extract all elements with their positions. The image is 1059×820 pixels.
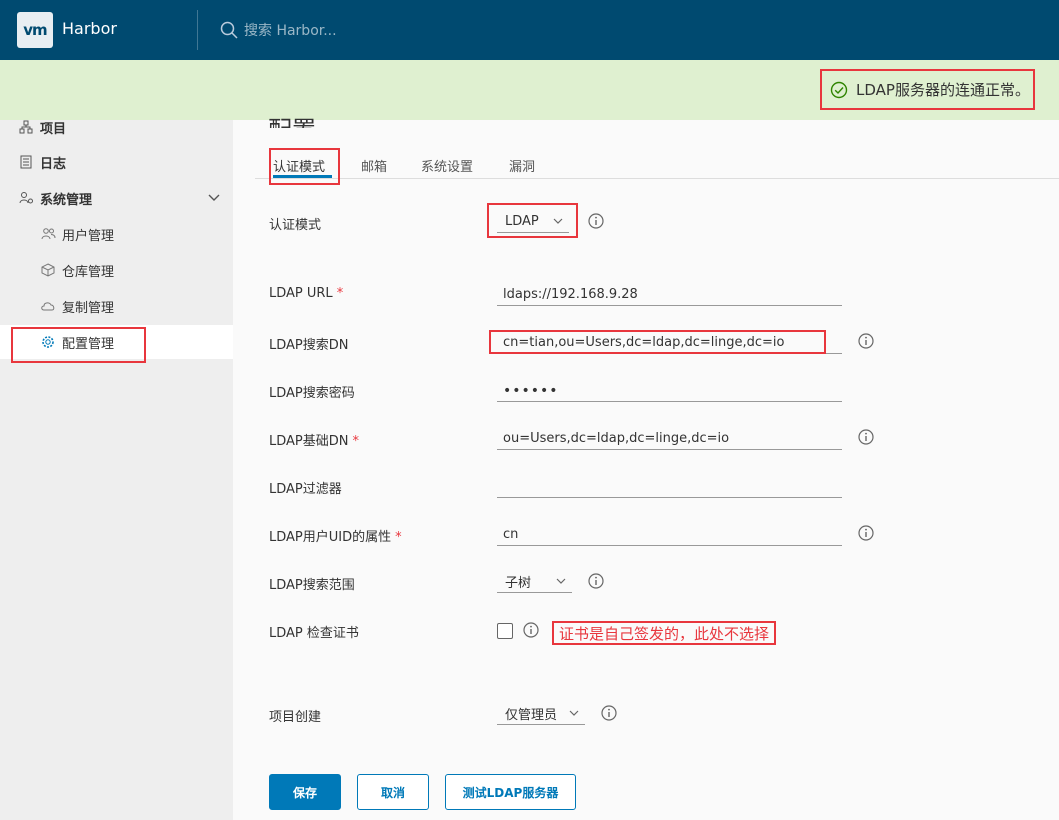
main-content [233, 120, 1059, 820]
banner-message: LDAP服务器的连通正常。 [820, 69, 1035, 110]
search-icon [220, 21, 238, 39]
sidebar-item-users[interactable]: 用户管理 [0, 217, 233, 251]
filter-field[interactable] [497, 476, 842, 498]
annotation-box-search-dn [489, 330, 826, 354]
sidebar-item-label: 项目 [40, 121, 67, 137]
page-title: 配置 [268, 108, 316, 128]
cloud-icon [40, 298, 56, 314]
search-password-field[interactable]: •••••• [497, 380, 842, 402]
sidebar-item-label: 仓库管理 [62, 264, 115, 280]
info-icon[interactable] [588, 573, 604, 589]
ldap-url-field[interactable]: ldaps://192.168.9.28 [497, 284, 842, 306]
save-button[interactable]: 保存 [269, 774, 341, 810]
annotation-box-auth [487, 203, 578, 238]
tab-vulnerability[interactable]: 漏洞 [509, 156, 535, 175]
annotation-box-config [11, 327, 146, 363]
ldap-url-label: LDAP URL * [269, 286, 343, 301]
tab-email[interactable]: 邮箱 [361, 156, 387, 175]
info-icon[interactable] [523, 622, 539, 638]
base-dn-field[interactable]: ou=Users,dc=ldap,dc=linge,dc=io [497, 428, 842, 450]
tabs-divider [255, 178, 1059, 179]
sidebar-item-label: 日志 [40, 156, 67, 172]
test-ldap-button[interactable]: 测试LDAP服务器 [445, 774, 576, 810]
uid-attribute-label: LDAP用户UID的属性 * [269, 526, 402, 545]
annotation-box-tab [269, 148, 340, 185]
sidebar-item-logs[interactable]: 日志 [0, 145, 233, 179]
sidebar-item-label: 系统管理 [40, 192, 93, 208]
search-input[interactable] [244, 20, 544, 42]
users-icon [40, 226, 56, 242]
search-dn-label: LDAP搜索DN [269, 338, 349, 353]
search-scope-label: LDAP搜索范围 [269, 578, 355, 593]
required-mark: * [395, 530, 402, 545]
auth-mode-label: 认证模式 [269, 218, 322, 233]
tab-system-settings[interactable]: 系统设置 [421, 156, 473, 175]
verify-cert-label: LDAP 检查证书 [269, 626, 359, 641]
search-scope-value: 子树 [505, 576, 532, 591]
vmware-logo[interactable]: vm [17, 12, 53, 48]
info-icon[interactable] [588, 213, 604, 229]
required-mark: * [336, 286, 344, 301]
header-divider [197, 10, 198, 50]
sidebar-item-label: 复制管理 [62, 300, 115, 316]
chevron-down-icon [556, 578, 566, 584]
admin-icon [18, 190, 34, 206]
top-header: vm Harbor [0, 0, 1059, 60]
search-password-label: LDAP搜索密码 [269, 386, 355, 401]
uid-attribute-field[interactable]: cn [497, 524, 842, 546]
box-icon [40, 262, 56, 278]
base-dn-label-text: LDAP基础DN [269, 434, 349, 449]
cancel-button[interactable]: 取消 [357, 774, 429, 810]
project-icon [18, 119, 34, 135]
info-icon[interactable] [858, 525, 874, 541]
base-dn-label: LDAP基础DN * [269, 430, 359, 449]
info-icon[interactable] [858, 429, 874, 445]
project-creation-select[interactable]: 仅管理员 [497, 703, 585, 725]
info-icon[interactable] [601, 705, 617, 721]
sidebar-item-repositories[interactable]: 仓库管理 [0, 253, 233, 287]
banner-text: LDAP服务器的连通正常。 [856, 81, 1030, 99]
sidebar-item-admin[interactable]: 系统管理 [0, 181, 233, 215]
search-scope-select[interactable]: 子树 [497, 571, 572, 593]
uid-label-text: LDAP用户UID的属性 [269, 530, 392, 545]
project-creation-label: 项目创建 [269, 710, 322, 725]
sidebar-item-replication[interactable]: 复制管理 [0, 289, 233, 323]
log-icon [18, 154, 34, 170]
annotation-note: 证书是自己签发的，此处不选择 [552, 621, 777, 645]
chevron-down-icon [569, 710, 579, 716]
chevron-down-icon[interactable] [207, 191, 221, 205]
app-title[interactable]: Harbor [62, 19, 117, 38]
ldap-url-label-text: LDAP URL [269, 286, 333, 301]
sidebar-item-projects[interactable]: 项目 [0, 110, 233, 144]
sidebar-item-label: 用户管理 [62, 228, 115, 244]
filter-label: LDAP过滤器 [269, 482, 342, 497]
required-mark: * [352, 434, 360, 449]
info-icon[interactable] [858, 333, 874, 349]
check-circle-icon [830, 81, 848, 98]
project-creation-value: 仅管理员 [505, 708, 558, 723]
verify-cert-checkbox[interactable] [497, 623, 513, 639]
